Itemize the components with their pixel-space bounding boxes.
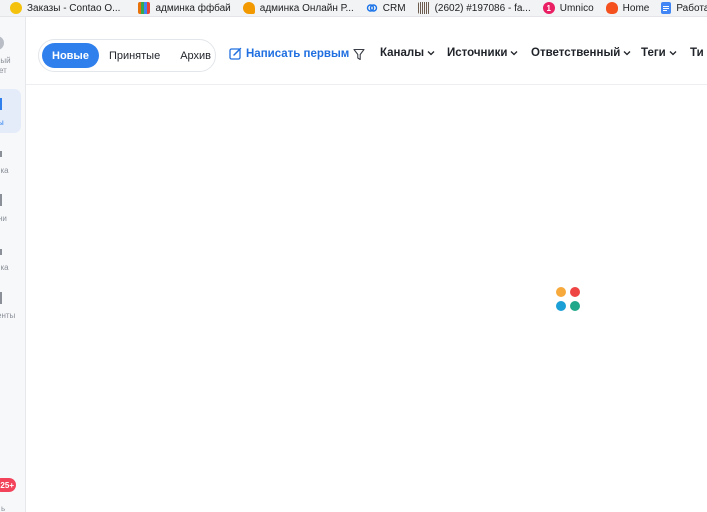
chevron-down-icon [669,51,677,56]
bookmark-label: (2602) #197086 - fa... [434,2,531,14]
loader-dot [570,301,580,311]
sources-label: Источники [447,47,508,59]
sidebar-item-icon [0,292,2,304]
bookmark-label: Umnico [559,2,594,14]
bookmark-label: Работа в б [676,2,707,14]
sidebar-item-label[interactable]: ика [0,263,9,272]
chevron-down-icon [510,51,518,56]
sidebar-item-label: ы [0,118,4,127]
channels-dropdown[interactable]: Каналы [380,47,435,59]
tab-accepted[interactable]: Принятые [99,43,170,68]
sidebar-item-label[interactable]: ика [0,166,9,175]
loader-dot [556,301,566,311]
profile-label-line2: ет [0,66,7,75]
chevron-down-icon [427,51,435,56]
sources-dropdown[interactable]: Источники [447,47,518,59]
filter-icon[interactable] [353,48,365,66]
apps-grid-icon [138,2,151,14]
profile-label-line1: ный [0,56,11,65]
sidebar-item-icon [0,194,2,206]
channels-label: Каналы [380,47,425,59]
bookmark-crm[interactable]: CRM [366,2,406,14]
toolbar: Новые Принятые Архив Написать первым Кан… [26,17,707,85]
bookmark-rabota[interactable]: Работа в б [661,2,707,14]
chevron-down-icon [623,51,631,56]
bookmark-adminka-ffbay[interactable]: админка ффбай [138,2,231,14]
bookmark-label: админка ффбай [155,2,231,14]
write-first-label: Написать первым [246,47,350,60]
status-tabs: Новые Принятые Архив [38,39,216,72]
tab-new[interactable]: Новые [42,43,99,68]
bookmark-label: CRM [382,2,406,14]
sidebar-item-label[interactable]: ни [0,214,7,223]
sidebar-item-icon [0,98,2,110]
bookmark-umnico[interactable]: 1 Umnico [542,2,594,14]
responsible-dropdown[interactable]: Ответственный [531,47,631,59]
crm-link-icon [366,2,378,14]
avatar[interactable] [0,36,4,50]
tab-archive[interactable]: Архив [170,43,221,68]
type-label: Ти [690,47,704,59]
sidebar-bottom-label[interactable]: ь [1,504,5,512]
bookmark-contao[interactable]: Заказы - Contao O... [10,2,120,14]
bookmark-adminka-online[interactable]: админка Онлайн Р... [242,2,354,14]
bookmark-home[interactable]: Home [605,2,650,14]
tags-label: Теги [641,47,666,59]
home-icon [605,2,618,14]
bookmark-label: Заказы - Contao O... [27,2,121,14]
sidebar-item-icon [0,151,2,157]
edit-icon [229,47,242,60]
responsible-label: Ответственный [531,47,621,59]
barcode-icon [417,2,430,14]
sidebar-item-label[interactable]: енты [0,311,15,320]
bookmarks-bar: Заказы - Contao O... админка ффбай админ… [0,0,707,17]
sidebar-item-icon [0,249,2,255]
bookmark-label: Home [622,2,650,14]
tags-dropdown[interactable]: Теги [641,47,677,59]
loader-dot [556,287,566,297]
type-dropdown[interactable]: Ти [690,47,704,59]
umnico-icon: 1 [542,2,555,14]
docs-icon [661,2,672,14]
pizza-icon [242,2,255,14]
bookmark-label: админка Онлайн Р... [259,2,354,14]
loader-dot [570,287,580,297]
bookmark-order[interactable]: (2602) #197086 - fa... [417,2,531,14]
left-sidebar: ный ет ы ика ни ика енты 25+ ь [0,17,26,512]
notification-badge: 25+ [0,478,16,492]
write-first-button[interactable]: Написать первым [229,47,349,60]
contao-icon [10,2,22,14]
loading-spinner [556,287,582,313]
